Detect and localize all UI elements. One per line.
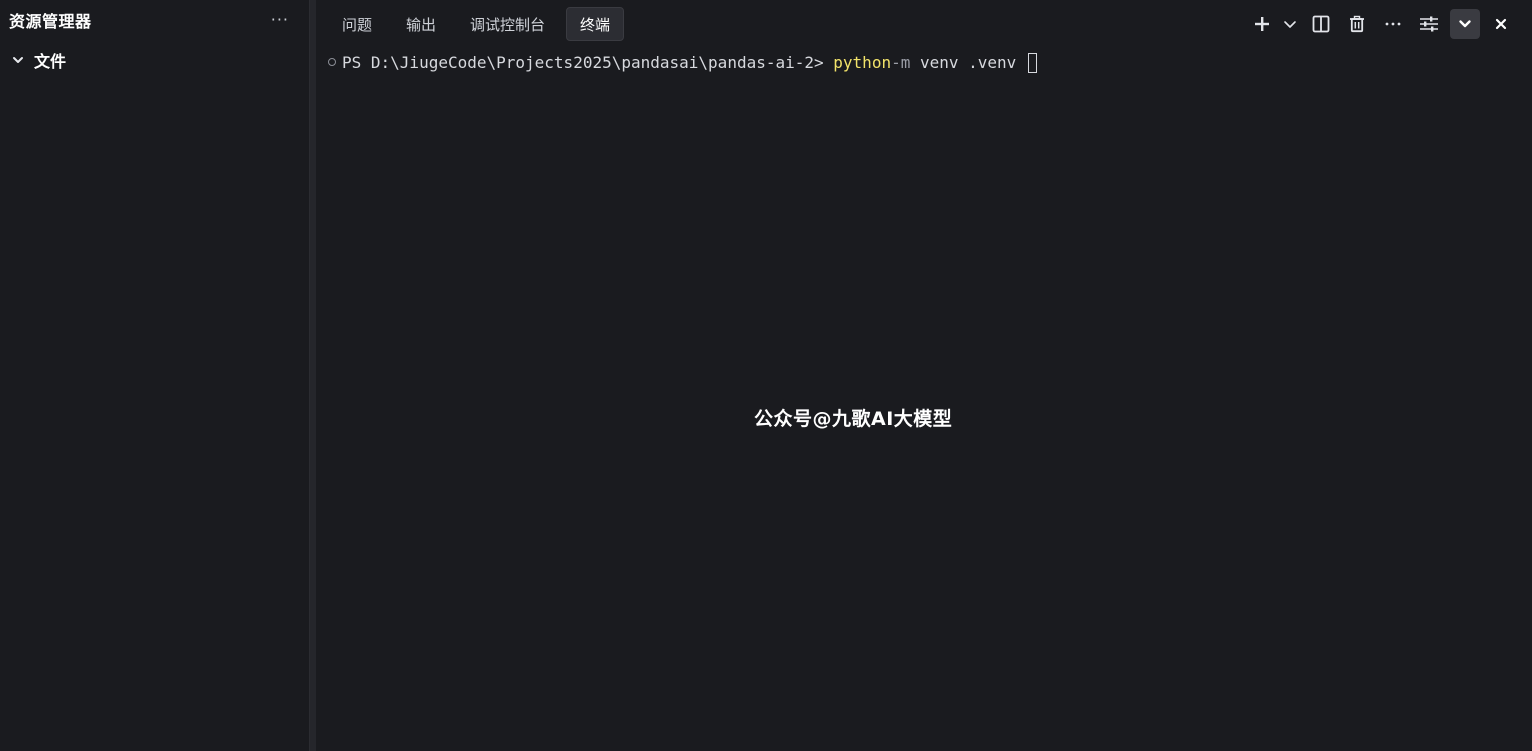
tab-problems[interactable]: 问题 xyxy=(329,7,385,41)
split-terminal-button[interactable] xyxy=(1306,9,1336,39)
terminal-command: python xyxy=(833,53,892,72)
terminal-command-args: venv .venv xyxy=(910,53,1026,72)
maximize-panel-button[interactable] xyxy=(1450,9,1480,39)
close-panel-button[interactable] xyxy=(1486,9,1516,39)
watermark-text: 公众号@九歌AI大模型 xyxy=(754,408,953,430)
app-window: 资源管理器 ··· 文件 问题 输出 调试控制台 终端 PS D:\JiugeC… xyxy=(0,0,1532,751)
panel-tabs: 问题 输出 调试控制台 终端 xyxy=(316,0,1532,48)
collapse-chevron-icon xyxy=(1459,20,1471,28)
terminal-profile-dropdown[interactable] xyxy=(1280,9,1300,39)
more-icon xyxy=(1385,22,1401,26)
terminal-command-flag: -m xyxy=(891,53,911,72)
settings-sliders-icon xyxy=(1420,16,1438,32)
terminal-prompt: PS D:\JiugeCode\Projects2025\pandasai\pa… xyxy=(342,53,834,72)
bottom-panel: 问题 输出 调试控制台 终端 PS D:\JiugeCode\Projects2… xyxy=(316,0,1532,751)
chevron-down-icon xyxy=(1284,21,1296,28)
tab-terminal[interactable]: 终端 xyxy=(566,7,625,41)
sidebar-section-files[interactable]: 文件 xyxy=(0,48,309,72)
terminal-settings-button[interactable] xyxy=(1414,9,1444,39)
split-icon xyxy=(1312,15,1330,33)
sidebar-header: 资源管理器 ··· xyxy=(0,0,309,40)
new-terminal-button[interactable] xyxy=(1250,9,1274,39)
tab-debug-console[interactable]: 调试控制台 xyxy=(457,7,558,41)
sidebar-section-label: 文件 xyxy=(34,52,67,71)
kill-terminal-button[interactable] xyxy=(1342,9,1372,39)
close-icon xyxy=(1495,18,1507,30)
panel-toolbar xyxy=(1250,8,1516,40)
command-status-icon xyxy=(328,58,336,66)
explorer-sidebar: 资源管理器 ··· 文件 xyxy=(0,0,309,751)
terminal-output[interactable]: PS D:\JiugeCode\Projects2025\pandasai\pa… xyxy=(328,52,1532,74)
plus-icon xyxy=(1255,17,1269,31)
tab-output[interactable]: 输出 xyxy=(393,7,449,41)
sidebar-resize-handle[interactable] xyxy=(309,0,316,751)
terminal-cursor xyxy=(1027,53,1037,73)
trash-icon xyxy=(1350,15,1364,33)
sidebar-title: 资源管理器 xyxy=(9,12,92,31)
chevron-down-icon xyxy=(12,54,24,66)
sidebar-more-button[interactable]: ··· xyxy=(267,10,293,30)
more-actions-button[interactable] xyxy=(1378,9,1408,39)
